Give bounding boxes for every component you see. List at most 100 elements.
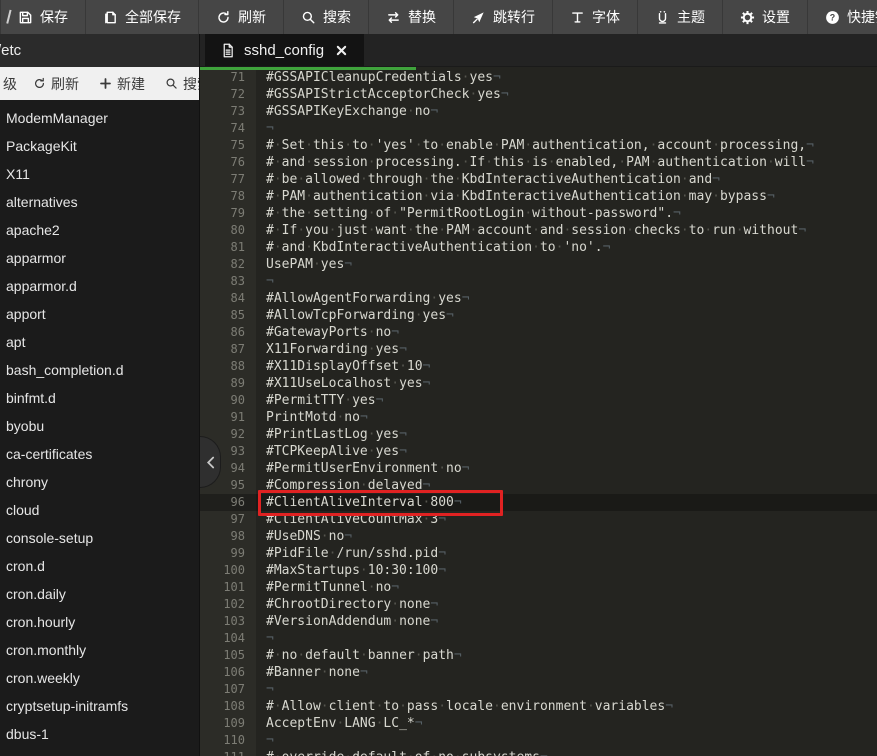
- code-line-100[interactable]: 100#MaxStartups·10:30:100¬: [200, 562, 877, 579]
- code-line-98[interactable]: 98#UseDNS·no¬: [200, 528, 877, 545]
- code-line-86[interactable]: 86#GatewayPorts·no¬: [200, 324, 877, 341]
- code-line-99[interactable]: 99#PidFile·/run/sshd.pid¬: [200, 545, 877, 562]
- code-line-89[interactable]: 89#X11UseLocalhost·yes¬: [200, 375, 877, 392]
- code-line-81[interactable]: 81#·and·KbdInteractiveAuthentication·to·…: [200, 239, 877, 256]
- code-line-80[interactable]: 80#·If·you·just·want·the·PAM·account·and…: [200, 222, 877, 239]
- sidebar-refresh-button[interactable]: 刷新: [23, 74, 89, 94]
- sidebar-item-packagekit[interactable]: PackageKit: [0, 132, 199, 160]
- sidebar-item-cron-hourly[interactable]: cron.hourly: [0, 608, 199, 636]
- search-button[interactable]: 搜索: [283, 0, 368, 34]
- theme-button[interactable]: 主题: [637, 0, 722, 34]
- sidebar-item-console-setup[interactable]: console-setup: [0, 524, 199, 552]
- replace-icon: [386, 10, 401, 25]
- code-line-75[interactable]: 75#·Set·this·to·'yes'·to·enable·PAM·auth…: [200, 137, 877, 154]
- code-line-88[interactable]: 88#X11DisplayOffset·10¬: [200, 358, 877, 375]
- code-line-85[interactable]: 85#AllowTcpForwarding·yes¬: [200, 307, 877, 324]
- sidebar-item-apparmor-d[interactable]: apparmor.d: [0, 272, 199, 300]
- sidebar-new-file-button[interactable]: 新建: [89, 74, 155, 94]
- tab-title: sshd_config: [244, 42, 324, 59]
- refresh-icon: [33, 77, 46, 90]
- sidebar-item-cron-monthly[interactable]: cron.monthly: [0, 636, 199, 664]
- font-button[interactable]: 字体: [552, 0, 637, 34]
- save-button[interactable]: 保存: [0, 0, 85, 34]
- line-text: #·Allow·client·to·pass·locale·environmen…: [254, 698, 673, 715]
- replace-button[interactable]: 替换: [368, 0, 453, 34]
- code-line-78[interactable]: 78#·PAM·authentication·via·KbdInteractiv…: [200, 188, 877, 205]
- line-text: #GSSAPICleanupCredentials·yes¬: [254, 69, 501, 86]
- code-line-74[interactable]: 74¬: [200, 120, 877, 137]
- goto-line-button[interactable]: 跳转行: [453, 0, 552, 34]
- sidebar-item-apport[interactable]: apport: [0, 300, 199, 328]
- code-line-73[interactable]: 73#GSSAPIKeyExchange·no¬: [200, 103, 877, 120]
- line-text: #GSSAPIKeyExchange·no¬: [254, 103, 438, 120]
- sidebar-search-button[interactable]: 搜索: [155, 74, 199, 94]
- code-line-82[interactable]: 82UsePAM·yes¬: [200, 256, 877, 273]
- sidebar-item-cron-daily[interactable]: cron.daily: [0, 580, 199, 608]
- line-text: #MaxStartups·10:30:100¬: [254, 562, 446, 579]
- save-icon: [18, 10, 33, 25]
- code-line-95[interactable]: 95#Compression·delayed¬: [200, 477, 877, 494]
- code-line-101[interactable]: 101#PermitTunnel·no¬: [200, 579, 877, 596]
- code-line-79[interactable]: 79#·the·setting·of·"PermitRootLogin·with…: [200, 205, 877, 222]
- line-number: 104: [200, 630, 254, 647]
- line-number: 90: [200, 392, 254, 409]
- code-line-71[interactable]: 71#GSSAPICleanupCredentials·yes¬: [200, 69, 877, 86]
- shortcuts-button[interactable]: ?快捷键: [807, 0, 877, 34]
- line-number: 71: [200, 69, 254, 86]
- line-text: #ClientAliveInterval·800¬: [254, 494, 462, 511]
- code-line-102[interactable]: 102#ChrootDirectory·none¬: [200, 596, 877, 613]
- code-line-76[interactable]: 76#·and·session·processing.·If·this·is·e…: [200, 154, 877, 171]
- code-line-84[interactable]: 84#AllowAgentForwarding·yes¬: [200, 290, 877, 307]
- code-line-110[interactable]: 110¬: [200, 732, 877, 749]
- code-line-93[interactable]: 93#TCPKeepAlive·yes¬: [200, 443, 877, 460]
- code-line-94[interactable]: 94#PermitUserEnvironment·no¬: [200, 460, 877, 477]
- line-text: #GatewayPorts·no¬: [254, 324, 399, 341]
- sidebar-item-cryptsetup-initramfs[interactable]: cryptsetup-initramfs: [0, 692, 199, 720]
- code-line-106[interactable]: 106#Banner·none¬: [200, 664, 877, 681]
- sidebar-item-byobu[interactable]: byobu: [0, 412, 199, 440]
- sidebar-item-cron-weekly[interactable]: cron.weekly: [0, 664, 199, 692]
- line-number: 111: [200, 749, 254, 756]
- code-line-90[interactable]: 90#PermitTTY·yes¬: [200, 392, 877, 409]
- save-all-button[interactable]: 全部保存: [85, 0, 198, 34]
- sidebar-item-chrony[interactable]: chrony: [0, 468, 199, 496]
- code-line-104[interactable]: 104¬: [200, 630, 877, 647]
- line-text: X11Forwarding·yes¬: [254, 341, 407, 358]
- sidebar-item-apt[interactable]: apt: [0, 328, 199, 356]
- code-line-92[interactable]: 92#PrintLastLog·yes¬: [200, 426, 877, 443]
- sidebar-item-binfmt-d[interactable]: binfmt.d: [0, 384, 199, 412]
- code-line-111[interactable]: 111#·override·default·of·no·subsystems¬: [200, 749, 877, 756]
- sidebar-item-modemmanager[interactable]: ModemManager: [0, 104, 199, 132]
- code-line-103[interactable]: 103#VersionAddendum·none¬: [200, 613, 877, 630]
- code-line-96[interactable]: 96#ClientAliveInterval·800¬: [200, 494, 877, 511]
- settings-label: 设置: [762, 7, 790, 27]
- sidebar-parent-dir-button[interactable]: 级: [0, 74, 23, 94]
- code-line-77[interactable]: 77#·be·allowed·through·the·KbdInteractiv…: [200, 171, 877, 188]
- sidebar-item-ca-certificates[interactable]: ca-certificates: [0, 440, 199, 468]
- code-line-107[interactable]: 107¬: [200, 681, 877, 698]
- code-line-91[interactable]: 91PrintMotd·no¬: [200, 409, 877, 426]
- sidebar-item-bash-completion-d[interactable]: bash_completion.d: [0, 356, 199, 384]
- sidebar-item-alternatives[interactable]: alternatives: [0, 188, 199, 216]
- code-line-72[interactable]: 72#GSSAPIStrictAcceptorCheck·yes¬: [200, 86, 877, 103]
- close-icon[interactable]: [335, 44, 348, 57]
- sidebar-item-apparmor[interactable]: apparmor: [0, 244, 199, 272]
- code-line-97[interactable]: 97#ClientAliveCountMax·3¬: [200, 511, 877, 528]
- code-editor[interactable]: 71#GSSAPICleanupCredentials·yes¬72#GSSAP…: [200, 67, 877, 756]
- sidebar-item-apache2[interactable]: apache2: [0, 216, 199, 244]
- code-line-109[interactable]: 109AcceptEnv·LANG·LC_*¬: [200, 715, 877, 732]
- refresh-label: 刷新: [238, 7, 266, 27]
- line-number: 88: [200, 358, 254, 375]
- code-line-83[interactable]: 83¬: [200, 273, 877, 290]
- code-line-105[interactable]: 105#·no·default·banner·path¬: [200, 647, 877, 664]
- code-line-108[interactable]: 108#·Allow·client·to·pass·locale·environ…: [200, 698, 877, 715]
- tab-sshd-config[interactable]: sshd_config: [205, 34, 364, 66]
- sidebar-item-cloud[interactable]: cloud: [0, 496, 199, 524]
- line-number: 80: [200, 222, 254, 239]
- sidebar-item-cron-d[interactable]: cron.d: [0, 552, 199, 580]
- sidebar-item-dbus-1[interactable]: dbus-1: [0, 720, 199, 748]
- refresh-button[interactable]: 刷新: [198, 0, 283, 34]
- settings-button[interactable]: 设置: [722, 0, 807, 34]
- sidebar-item-x11[interactable]: X11: [0, 160, 199, 188]
- code-line-87[interactable]: 87X11Forwarding·yes¬: [200, 341, 877, 358]
